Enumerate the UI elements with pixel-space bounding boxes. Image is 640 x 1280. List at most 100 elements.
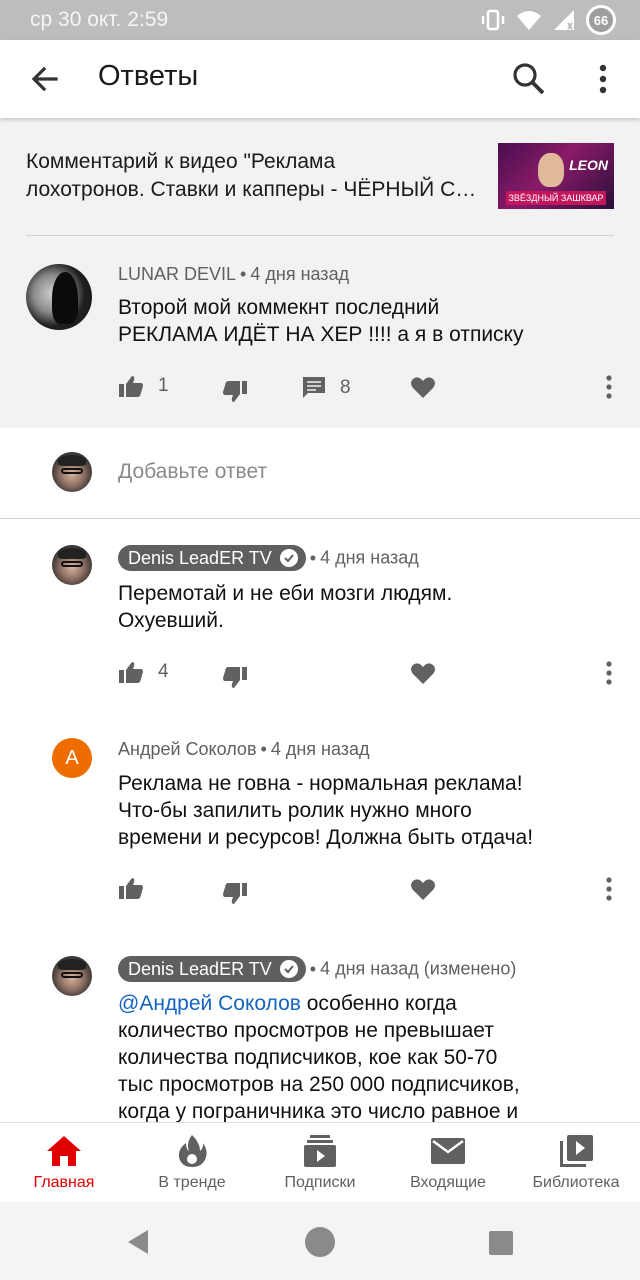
reply-text-line: Что-бы запилить ролик нужно много <box>118 799 472 822</box>
avatar[interactable] <box>26 264 92 330</box>
dislike-button[interactable] <box>222 372 248 412</box>
battery-icon: 66 <box>586 5 616 35</box>
reply-text-line: @Андрей Соколов особенно когда <box>118 990 520 1017</box>
wifi-icon <box>517 11 541 30</box>
video-thumbnail[interactable]: LEON ЗВЁЗДНЫЙ ЗАШКВАР <box>498 143 614 209</box>
nav-label: Главная <box>33 1174 95 1191</box>
heart-button[interactable] <box>410 368 436 408</box>
avatar[interactable] <box>52 956 92 996</box>
mention-link[interactable]: @Андрей Соколов <box>118 992 301 1015</box>
nav-subscriptions[interactable]: Подписки <box>256 1123 384 1203</box>
thumbs-up-icon <box>119 878 143 899</box>
reply-actions: 4 <box>118 652 622 692</box>
comment-icon <box>303 377 325 398</box>
comment-actions: 1 8 <box>118 366 622 406</box>
nav-trending[interactable]: В тренде <box>128 1123 256 1203</box>
nav-label: В тренде <box>158 1174 226 1191</box>
reply-text-line: Реклама не говна - нормальная реклама! <box>118 772 523 795</box>
mail-icon <box>431 1138 465 1164</box>
thumbnail-brand: LEON <box>569 157 608 173</box>
heart-icon <box>411 377 435 398</box>
thumbs-down-icon <box>223 667 247 688</box>
dislike-button[interactable] <box>222 658 248 698</box>
nav-label: Библиотека <box>532 1174 620 1191</box>
like-count: 4 <box>158 661 169 682</box>
system-recents-icon[interactable] <box>488 1230 514 1256</box>
avatar[interactable]: А <box>52 738 92 778</box>
avatar[interactable] <box>52 545 92 585</box>
heart-button[interactable] <box>410 654 436 694</box>
subscriptions-icon <box>304 1135 336 1167</box>
home-icon <box>47 1136 81 1166</box>
reply-text-fragment: особенно когда <box>300 992 457 1015</box>
reply-author: Denis LeadER TV <box>128 958 272 979</box>
video-title-line-2: лохотронов. Ставки и капперы - ЧЁРНЫЙ СП… <box>26 178 486 201</box>
nav-label: Входящие <box>410 1174 486 1191</box>
reply-more-icon[interactable] <box>604 660 614 686</box>
thumbs-down-icon <box>223 381 247 402</box>
reply-count: 8 <box>340 377 351 398</box>
reply-text-line: Охуевший. <box>118 609 224 632</box>
back-arrow-icon[interactable] <box>26 60 64 98</box>
avatar-glasses <box>60 561 84 568</box>
author-chip[interactable]: Denis LeadER TV <box>118 545 306 571</box>
flame-icon <box>178 1135 207 1167</box>
avatar-hair <box>58 455 86 467</box>
like-button[interactable]: 4 <box>118 652 169 692</box>
verified-check-icon <box>279 549 298 567</box>
system-back-icon[interactable] <box>124 1228 152 1256</box>
page-title: Ответы <box>98 60 199 92</box>
divider <box>26 235 614 236</box>
system-home-icon[interactable] <box>304 1226 336 1258</box>
reply-button[interactable]: 8 <box>302 368 351 408</box>
more-options-icon[interactable] <box>588 60 618 98</box>
video-title-line-1: Комментарий к видео "Реклама <box>26 150 336 173</box>
author-chip[interactable]: Denis LeadER TV <box>118 956 306 982</box>
thumbs-down-icon <box>223 883 247 904</box>
avatar-hair <box>58 548 86 560</box>
dislike-button[interactable] <box>222 874 248 914</box>
status-bar: ср 30 окт. 2:59 66 <box>0 0 640 40</box>
battery-level: 66 <box>593 12 609 28</box>
reply-author: Denis LeadER TV <box>128 547 272 568</box>
like-button[interactable]: 1 <box>118 366 169 406</box>
app-bar: Ответы <box>0 40 640 118</box>
heart-icon <box>411 663 435 684</box>
status-icons: 66 <box>480 4 616 36</box>
like-button[interactable] <box>118 868 144 908</box>
avatar-letter: А <box>65 746 79 769</box>
verified-check-icon <box>279 960 298 978</box>
avatar-glasses <box>60 468 84 475</box>
reply-author[interactable]: Андрей Соколов <box>118 739 257 759</box>
comment-time: 4 дня назад <box>250 264 350 284</box>
reply-text-line: количество просмотров не превышает <box>118 1019 494 1042</box>
avatar-glasses <box>60 972 84 979</box>
like-count: 1 <box>158 375 169 396</box>
comment-more-icon[interactable] <box>604 374 614 400</box>
heart-button[interactable] <box>410 870 436 910</box>
nav-label: Подписки <box>284 1174 356 1191</box>
thumbs-up-icon <box>119 376 143 397</box>
reply-text-line: когда у пограничника это число равное и <box>118 1100 519 1123</box>
divider <box>0 518 640 519</box>
nav-inbox[interactable]: Входящие <box>384 1123 512 1203</box>
comment-author[interactable]: LUNAR DEVIL <box>118 264 236 284</box>
signal-icon <box>554 10 574 30</box>
add-reply-input[interactable]: Добавьте ответ <box>118 460 267 484</box>
reply-text-line: тыс просмотров на 250 000 подписчиков, <box>118 1073 520 1096</box>
comment-text: Второй мой коммекнт последний РЕКЛАМА ИД… <box>118 294 523 348</box>
avatar-hair <box>58 959 86 971</box>
search-icon[interactable] <box>510 60 548 98</box>
comment-meta: LUNAR DEVIL • 4 дня назад <box>118 264 350 284</box>
nav-home[interactable]: Главная <box>0 1123 128 1203</box>
reply-actions <box>118 868 622 908</box>
video-reference[interactable]: Комментарий к видео "Реклама лохотронов.… <box>26 148 486 204</box>
thumbs-up-icon <box>119 662 143 683</box>
reply-text: Реклама не говна - нормальная реклама! Ч… <box>118 770 533 851</box>
nav-library[interactable]: Библиотека <box>512 1123 640 1203</box>
comment-text-line: РЕКЛАМА ИДЁТ НА ХЕР !!!! а я в отписку <box>118 323 524 346</box>
reply-text: Перемотай и не еби мозги людям. Охуевший… <box>118 580 452 634</box>
heart-icon <box>411 879 435 900</box>
library-icon <box>560 1135 593 1167</box>
reply-more-icon[interactable] <box>604 876 614 902</box>
